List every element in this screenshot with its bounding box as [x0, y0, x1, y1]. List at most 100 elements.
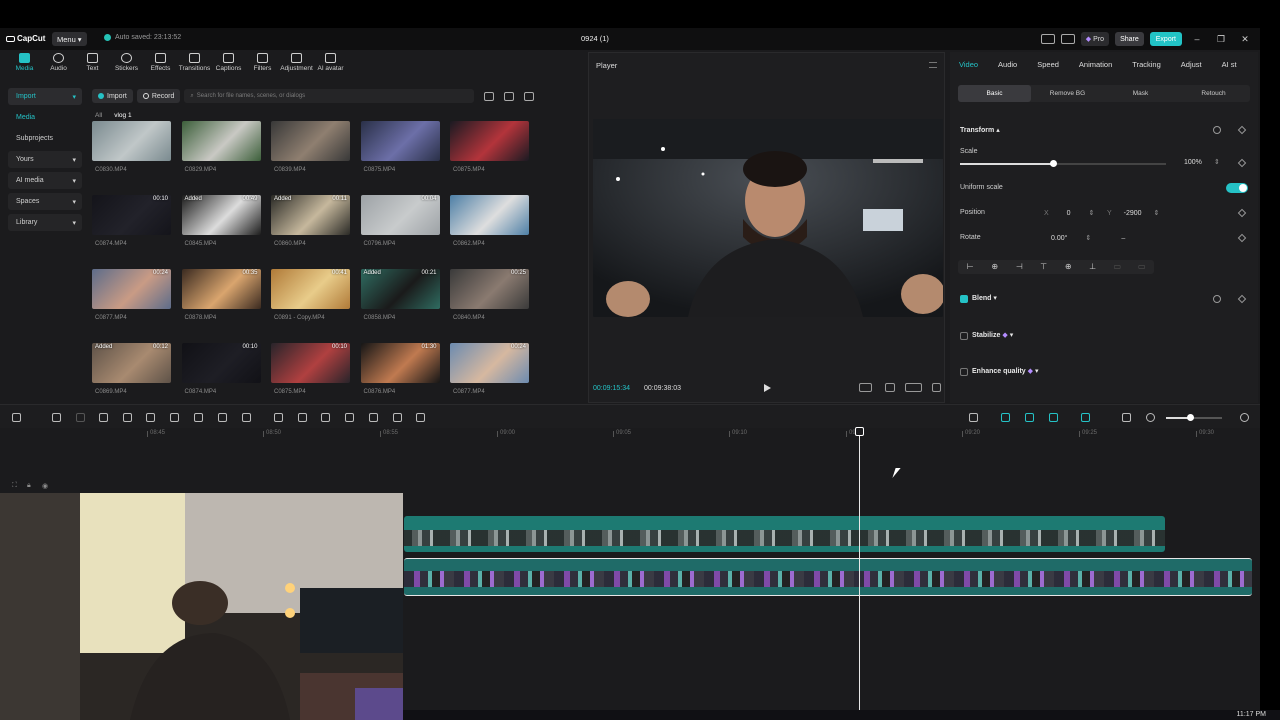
redo-icon[interactable] — [76, 413, 85, 422]
keyframe-icon[interactable] — [1237, 233, 1247, 243]
tool-transitions[interactable]: Transitions — [178, 50, 211, 80]
media-thumbnail[interactable]: 00:25 — [450, 269, 529, 309]
stepper-icon[interactable]: ⇕ — [1154, 209, 1160, 217]
media-card[interactable]: C0829.MP4 — [181, 121, 261, 177]
rotate-field[interactable]: 0.00° ⇕ – — [1051, 232, 1125, 244]
media-search-input[interactable]: ⌕ Search for file names, scenes, or dialo… — [184, 89, 475, 103]
media-card[interactable]: 00:10 C0875.MP4 — [271, 343, 350, 399]
tool-filters[interactable]: Filters — [246, 50, 279, 80]
filter-icon[interactable] — [524, 91, 535, 101]
frame-icon[interactable] — [369, 413, 378, 422]
linkage-icon[interactable] — [1049, 413, 1058, 422]
media-card[interactable]: 00:04 C0796.MP4 — [360, 195, 440, 251]
media-thumbnail[interactable] — [450, 195, 529, 235]
import-button[interactable]: Import — [92, 89, 133, 103]
sidebar-item-yours[interactable]: Yours ▾ — [8, 151, 82, 168]
mirror-icon[interactable] — [298, 413, 307, 422]
tool-text[interactable]: Text — [76, 50, 109, 80]
keyframe-icon[interactable] — [1237, 208, 1247, 218]
subtab-basic[interactable]: Basic — [958, 85, 1031, 102]
subtab-retouch[interactable]: Retouch — [1177, 85, 1250, 102]
grid-view-icon[interactable] — [484, 91, 495, 101]
timeline-ruler[interactable]: 08:45 08:50 08:55 09:00 09:05 09:10 09:1… — [0, 428, 1260, 440]
media-card[interactable]: Added 00:11 C0860.MP4 — [271, 195, 350, 251]
sidebar-item-spaces[interactable]: Spaces ▾ — [8, 193, 82, 210]
caption-icon[interactable] — [1122, 413, 1131, 422]
media-thumbnail[interactable] — [271, 121, 350, 161]
select-tool-icon[interactable] — [12, 413, 21, 422]
rotate-icon[interactable] — [393, 413, 402, 422]
sidebar-item-import[interactable]: Import ▾ — [8, 88, 82, 105]
menu-icon[interactable] — [929, 62, 937, 68]
tab-adjust[interactable]: Adjust — [1181, 60, 1202, 69]
stepper-icon[interactable]: ⇕ — [1214, 158, 1220, 166]
split-right-icon[interactable] — [146, 413, 155, 422]
tab-audio[interactable]: Audio — [998, 60, 1017, 69]
stepper-icon[interactable]: ⇕ — [1085, 234, 1091, 242]
scale-slider-knob[interactable] — [1049, 160, 1057, 167]
media-card[interactable]: 00:24 C0877.MP4 — [450, 343, 529, 399]
layout-icon[interactable] — [1040, 34, 1055, 44]
stabilize-heading[interactable]: Stabilize ◆ ▾ — [972, 331, 1013, 339]
pro-button[interactable]: ◆ Pro — [1080, 32, 1110, 46]
media-thumbnail[interactable]: Added 00:11 — [271, 195, 350, 235]
transform-heading[interactable]: Transform ▴ — [960, 126, 1000, 134]
media-card[interactable]: C0862.MP4 — [450, 195, 529, 251]
media-card[interactable]: 00:10 C0874.MP4 — [181, 343, 261, 399]
media-thumbnail[interactable]: Added 00:12 — [92, 343, 171, 383]
align-center-h-icon[interactable]: ⊕ — [983, 260, 1008, 274]
enhance-checkbox[interactable] — [960, 368, 968, 376]
lock-icon[interactable]: 🔒︎ — [27, 482, 31, 490]
mask-tool-icon[interactable] — [242, 413, 251, 422]
scale-value[interactable]: 100% — [1184, 159, 1202, 166]
media-thumbnail[interactable] — [360, 121, 440, 161]
video-clip-main[interactable] — [404, 558, 1252, 596]
media-thumbnail[interactable]: Added 00:21 — [360, 269, 440, 309]
export-button[interactable]: Export — [1149, 32, 1182, 46]
tab-tracking[interactable]: Tracking — [1132, 60, 1160, 69]
tab-video[interactable]: Video — [959, 60, 978, 69]
keyframe-icon[interactable] — [1237, 294, 1247, 304]
quality-icon[interactable] — [905, 383, 922, 392]
position-x-field[interactable]: X 0 ⇕ — [1044, 207, 1094, 219]
media-card[interactable]: 00:10 C0874.MP4 — [92, 195, 171, 251]
enhance-heading[interactable]: Enhance quality ◆ ▾ — [972, 367, 1039, 375]
ratio-icon[interactable] — [859, 383, 872, 392]
align-extra-icon[interactable]: ▭ — [1105, 260, 1130, 274]
zoom-slider-knob[interactable] — [1187, 414, 1194, 421]
reset-icon[interactable] — [1213, 295, 1221, 303]
close-icon[interactable]: ✕ — [1236, 34, 1254, 45]
playhead[interactable] — [859, 428, 860, 710]
tab-animation[interactable]: Animation — [1079, 60, 1112, 69]
zoom-in-icon[interactable] — [1240, 413, 1249, 422]
sidebar-item-ai-media[interactable]: AI media ▾ — [8, 172, 82, 189]
sidebar-item-media[interactable]: Media — [8, 109, 82, 126]
media-card[interactable]: 01:30 C0876.MP4 — [360, 343, 440, 399]
media-thumbnail[interactable]: 00:04 — [360, 195, 440, 235]
tab-ai-style[interactable]: AI st — [1222, 60, 1237, 69]
media-card[interactable]: C0875.MP4 — [360, 121, 440, 177]
tool-audio[interactable]: Audio — [42, 50, 75, 80]
subtab-mask[interactable]: Mask — [1104, 85, 1177, 102]
menu-button[interactable]: Menu ▾ — [52, 32, 87, 46]
media-thumbnail[interactable]: 00:24 — [92, 269, 171, 309]
fullscreen-icon[interactable] — [932, 383, 941, 392]
media-card[interactable]: 00:35 C0878.MP4 — [181, 269, 261, 325]
minimize-icon[interactable]: – — [1188, 34, 1206, 44]
video-clip-upper[interactable] — [404, 516, 1165, 552]
zoom-slider[interactable] — [1166, 414, 1222, 421]
undo-icon[interactable] — [52, 413, 61, 422]
playhead-handle[interactable] — [855, 427, 864, 436]
media-card[interactable]: C0839.MP4 — [271, 121, 350, 177]
split-left-icon[interactable] — [123, 413, 132, 422]
preview-axis-icon[interactable] — [1081, 413, 1090, 422]
reverse-icon[interactable] — [321, 413, 330, 422]
media-thumbnail[interactable]: Added 00:49 — [181, 195, 261, 235]
align-top-icon[interactable]: ⊤ — [1032, 260, 1057, 274]
align-extra-icon[interactable]: ▭ — [1130, 260, 1155, 274]
record-button[interactable]: Record — [136, 89, 181, 103]
tool-effects[interactable]: Effects — [144, 50, 177, 80]
media-card[interactable]: Added 00:49 C0845.MP4 — [181, 195, 261, 251]
more-tools-icon[interactable] — [416, 413, 425, 422]
delete-icon[interactable] — [170, 413, 179, 422]
